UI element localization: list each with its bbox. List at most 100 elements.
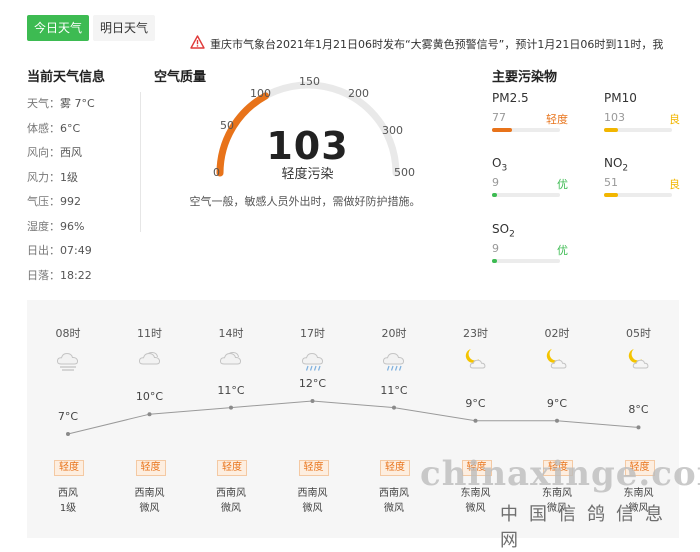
forecast-time: 05时 xyxy=(626,327,651,340)
weather-info-row: 气压：992 xyxy=(27,193,81,209)
forecast-temperature: 8°C xyxy=(628,403,649,417)
pollutant-item: NO2 51 良 xyxy=(604,156,680,197)
pollutant-bar xyxy=(492,259,560,263)
info-value: 18:22 xyxy=(60,268,92,282)
pollutant-item: O3 9 优 xyxy=(492,156,568,197)
pollutant-level: 优 xyxy=(557,178,568,191)
light-rain-icon xyxy=(380,345,408,373)
temperature-point xyxy=(636,425,641,430)
gauge-tick-100: 100 xyxy=(250,87,271,100)
pollutant-name: PM10 xyxy=(604,91,637,105)
moon-cloud-icon xyxy=(625,345,653,373)
info-label: 日出： xyxy=(27,244,60,257)
pollutant-level: 优 xyxy=(557,244,568,257)
tab-today[interactable]: 今日天气 xyxy=(27,15,89,41)
forecast-temperature: 11°C xyxy=(217,383,245,397)
pollutant-name: NO2 xyxy=(604,156,629,174)
forecast-wind-level: 微风 xyxy=(384,503,404,514)
info-value: 1级 xyxy=(60,170,78,184)
pollutant-bar-fill xyxy=(492,259,498,263)
pollutant-bar xyxy=(492,128,560,132)
pollutant-level: 良 xyxy=(669,178,680,191)
forecast-wind-level: 微风 xyxy=(302,503,323,514)
weather-info-row: 天气：雾 7°C xyxy=(27,95,95,111)
temperature-point xyxy=(473,418,478,423)
forecast-time: 20时 xyxy=(381,327,407,340)
temperature-point xyxy=(229,405,233,410)
info-value: 西风 xyxy=(60,146,82,159)
weather-info-row: 体感：6°C xyxy=(27,120,80,136)
forecast-temperature: 10°C xyxy=(135,390,164,404)
info-label: 天气： xyxy=(27,97,60,110)
current-weather-title: 当前天气信息 xyxy=(27,70,106,85)
gauge-tick-500: 500 xyxy=(394,166,415,179)
temperature-point xyxy=(555,418,559,423)
pollutant-bar-fill xyxy=(604,193,618,197)
pollutant-bar-fill xyxy=(492,193,498,197)
aqi-description: 空气一般，敏感人员外出时，需做好防护措施。 xyxy=(189,195,421,208)
watermark-chinese: 中国信鸽信息网 xyxy=(500,504,674,551)
forecast-aqi-badge: 轻度 xyxy=(135,460,166,476)
temperature-point xyxy=(392,405,396,410)
tab-tomorrow[interactable]: 明日天气 xyxy=(93,15,155,41)
aqi-value: 103 xyxy=(266,124,349,168)
forecast-time: 08时 xyxy=(55,327,81,340)
info-label: 风向： xyxy=(27,146,60,159)
pollutant-level: 轻度 xyxy=(546,113,568,126)
light-rain-icon xyxy=(299,345,327,373)
temperature-point xyxy=(310,399,315,403)
watermark-latin: chinaxinge.com xyxy=(420,454,700,494)
info-value: 992 xyxy=(60,195,81,208)
pollutant-value: 9 xyxy=(492,176,499,189)
gauge-tick-50: 50 xyxy=(220,119,234,132)
warning-icon xyxy=(190,35,206,51)
section-divider xyxy=(140,92,141,232)
moon-cloud-icon xyxy=(543,345,571,373)
forecast-aqi-badge: 轻度 xyxy=(54,460,84,476)
pollutant-bar xyxy=(604,128,672,132)
cloudy-icon xyxy=(217,345,245,373)
info-value: 96% xyxy=(60,219,85,233)
forecast-wind-direction: 西南风 xyxy=(134,488,165,499)
forecast-temperature: 9°C xyxy=(546,396,568,410)
pollutant-bar-fill xyxy=(492,128,513,132)
weather-info-row: 湿度：96% xyxy=(27,218,84,234)
info-value: 雾 7°C xyxy=(60,97,95,110)
forecast-time: 23时 xyxy=(463,327,488,340)
weather-info-row: 日出：07:49 xyxy=(27,242,92,258)
moon-cloud-icon xyxy=(462,345,490,373)
cloudy-icon xyxy=(136,345,164,373)
weather-alert[interactable]: 重庆市气象台2021年1月21日06时发布“大雾黄色预警信号”，预计1月21日0… xyxy=(190,35,700,51)
forecast-wind-direction: 西南风 xyxy=(379,488,409,499)
pollutant-name: SO2 xyxy=(492,222,515,240)
gauge-tick-150: 150 xyxy=(299,75,320,88)
forecast-wind-direction: 西南风 xyxy=(216,488,246,499)
weather-info-row: 风向：西风 xyxy=(27,144,82,160)
forecast-temperature: 7°C xyxy=(57,410,79,423)
weather-info-row: 风力：1级 xyxy=(27,169,78,185)
info-label: 湿度： xyxy=(27,219,60,233)
pollutant-name: PM2.5 xyxy=(492,91,529,105)
pollutant-bar-fill xyxy=(604,128,618,132)
forecast-aqi-badge: 轻度 xyxy=(298,460,329,476)
pollutant-value: 9 xyxy=(492,242,499,255)
forecast-wind-direction: 西风 xyxy=(58,488,78,499)
forecast-wind-level: 微风 xyxy=(221,503,241,514)
pollutant-value: 103 xyxy=(604,111,625,124)
forecast-wind-level: 微风 xyxy=(139,503,160,514)
gauge-tick-0: 0 xyxy=(213,166,220,179)
forecast-time: 17时 xyxy=(300,327,325,340)
pollutant-value: 77 xyxy=(492,111,506,124)
pollutant-name: O3 xyxy=(492,156,508,174)
forecast-wind-level: 1级 xyxy=(59,503,77,514)
forecast-wind-direction: 西南风 xyxy=(297,488,328,499)
gauge-tick-300: 300 xyxy=(382,124,403,137)
pollutant-value: 51 xyxy=(604,176,618,189)
alert-text: 重庆市气象台2021年1月21日06时发布“大雾黄色预警信号”，预计1月21日0… xyxy=(210,37,664,51)
pollutant-bar xyxy=(604,193,672,197)
pollutant-item: PM2.5 77 轻度 xyxy=(492,91,568,132)
forecast-wind-level: 微风 xyxy=(465,503,486,514)
temperature-point xyxy=(66,432,70,436)
forecast-aqi-badge: 轻度 xyxy=(380,460,410,476)
forecast-aqi-badge: 轻度 xyxy=(217,460,247,476)
